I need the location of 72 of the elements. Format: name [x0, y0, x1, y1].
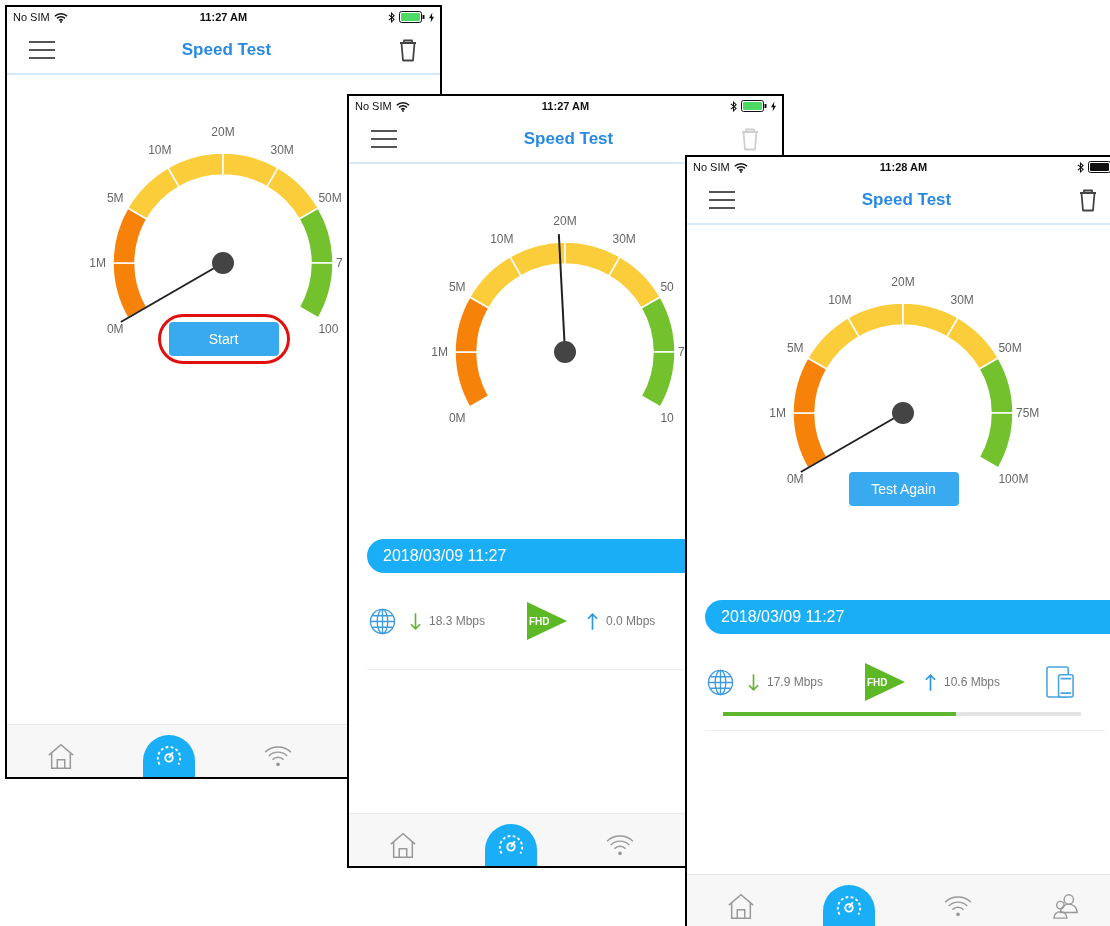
screen-title: Speed Test — [181, 40, 272, 60]
gauge-label: 5M — [106, 190, 124, 205]
date-banner: 2018/03/09 11:27 — [705, 600, 1110, 634]
upload-speed: 0.0 Mbps — [606, 614, 656, 628]
wifi-icon — [942, 894, 973, 918]
bluetooth-icon — [730, 100, 737, 112]
gauge-label: 10M — [490, 231, 514, 246]
globe-icon — [707, 668, 734, 696]
people-icon — [1051, 892, 1080, 920]
gauge-label: 100M — [998, 471, 1029, 486]
download-arrow-icon — [748, 672, 759, 692]
gauge-label: 5M — [448, 279, 466, 294]
carrier-label: No SIM — [693, 161, 730, 173]
gauge-label: 50M — [318, 190, 342, 205]
gauge-label: 0M — [448, 410, 466, 425]
status-time: 11:27 AM — [199, 11, 248, 23]
gauge-label: 10M — [148, 142, 172, 157]
gauge-label: 30M — [612, 231, 636, 246]
fhd-badge: FHD — [527, 601, 567, 641]
gauge-label: 20M — [211, 125, 235, 139]
status-time: 11:27 AM — [541, 100, 590, 112]
gauge-label: 50 — [660, 279, 674, 294]
gauge-label: 7 — [336, 256, 343, 270]
home-icon — [389, 831, 418, 859]
carrier-label: No SIM — [355, 100, 392, 112]
upload-speed: 10.6 Mbps — [944, 675, 1001, 689]
gauge-label: 1M — [89, 256, 106, 270]
gauge-label: 0M — [106, 321, 124, 336]
wifi-icon — [262, 744, 293, 768]
wifi-signal-icon — [53, 11, 68, 23]
gauge-label: 20M — [891, 275, 915, 289]
wifi-icon — [604, 833, 635, 857]
globe-icon — [369, 607, 396, 635]
menu-icon[interactable] — [29, 41, 55, 59]
download-speed: 17.9 Mbps — [767, 675, 825, 689]
status-time: 11:28 AM — [879, 161, 928, 173]
wifi-signal-icon — [395, 100, 410, 112]
gauge-label: 10 — [660, 410, 674, 425]
gauge-label: 75M — [1016, 406, 1040, 420]
gauge-label: 1M — [431, 345, 448, 359]
gauge-label: 30M — [950, 292, 974, 307]
download-arrow-icon — [410, 611, 421, 631]
home-icon — [727, 892, 756, 920]
nav-tab[interactable] — [485, 824, 538, 866]
gauge-label: 20M — [553, 214, 577, 228]
home-icon — [47, 742, 76, 770]
gauge-label: 50M — [998, 340, 1022, 355]
gauge-label: 30M — [270, 142, 294, 157]
bluetooth-icon — [388, 11, 395, 23]
gauge-label: 0M — [786, 471, 804, 486]
nav-tab[interactable] — [823, 885, 876, 926]
nav-tab[interactable] — [143, 735, 196, 777]
trash-icon[interactable] — [1078, 188, 1098, 212]
gauge-label: 5M — [786, 340, 804, 355]
menu-icon[interactable] — [371, 130, 397, 148]
screen-title: Speed Test — [861, 190, 952, 210]
test-button[interactable]: Test Again — [848, 472, 959, 506]
download-speed: 18.3 Mbps — [429, 614, 487, 628]
test-button[interactable]: Start — [168, 322, 279, 356]
menu-icon[interactable] — [709, 191, 735, 209]
gauge-label: 10M — [828, 292, 852, 307]
upload-arrow-icon — [587, 611, 598, 631]
gauge-label: 100 — [318, 321, 339, 336]
fhd-badge: FHD — [865, 662, 905, 702]
gauge-label: 1M — [769, 406, 786, 420]
bluetooth-icon — [1077, 161, 1084, 173]
screen-title: Speed Test — [523, 129, 614, 149]
trash-icon[interactable] — [398, 38, 418, 62]
gauge-label: 7 — [678, 345, 685, 359]
wifi-signal-icon — [733, 161, 748, 173]
carrier-label: No SIM — [13, 11, 50, 23]
upload-arrow-icon — [925, 672, 936, 692]
